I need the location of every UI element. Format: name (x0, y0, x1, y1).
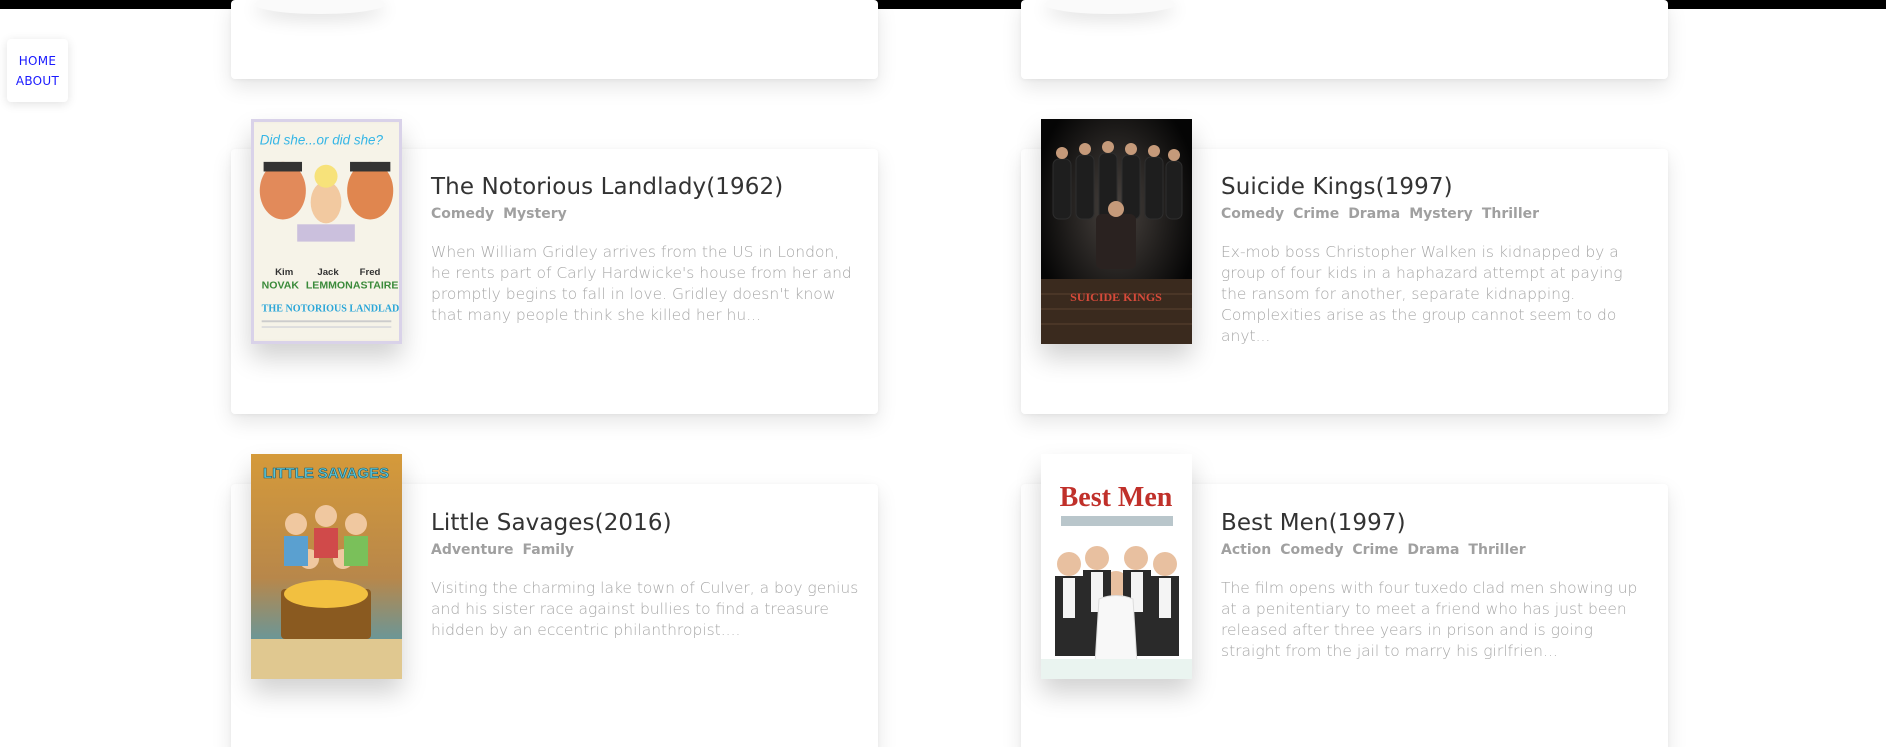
genre-tag: Comedy (1280, 542, 1344, 558)
movie-info: The Notorious Landlady(1962) Comedy Myst… (431, 172, 861, 326)
genre-list: Comedy Crime Drama Mystery Thriller (1221, 206, 1651, 222)
poster-title: Best Men (1060, 482, 1173, 513)
movie-title[interactable]: Best Men(1997) (1221, 508, 1651, 538)
poster-actor-1: Kim (275, 267, 293, 278)
genre-tag: Thriller (1468, 542, 1526, 558)
poster-illustration: SUICIDE KINGS (1041, 119, 1192, 344)
movie-info: Suicide Kings(1997) Comedy Crime Drama M… (1221, 172, 1651, 347)
poster-name-1: NOVAK (262, 280, 300, 292)
genre-tag: Crime (1352, 542, 1399, 558)
poster-name-2: LEMMON (306, 280, 353, 292)
movie-poster[interactable]: LITTLE SAVAGES (251, 454, 402, 679)
movie-title[interactable]: The Notorious Landlady(1962) (431, 172, 861, 202)
poster-tagline: Did she...or did she? (260, 133, 384, 148)
genre-tag: Mystery (503, 206, 567, 222)
genre-tag: Adventure (431, 542, 514, 558)
nav-about-link[interactable]: ABOUT (16, 74, 59, 88)
poster-illustration: Best Men (1041, 454, 1192, 679)
movie-info: Little Savages(2016) Adventure Family Vi… (431, 508, 861, 641)
movie-summary: The film opens with four tuxedo clad men… (1221, 579, 1638, 660)
genre-tag: Thriller (1481, 206, 1540, 222)
movie-info: Best Men(1997) Action Comedy Crime Drama… (1221, 508, 1651, 662)
genre-list: Action Comedy Crime Drama Thriller (1221, 542, 1651, 558)
genre-tag: Crime (1293, 206, 1340, 222)
poster-illustration: Did she...or did she? Kim Jack Fred NOVA… (254, 123, 399, 340)
movie-poster[interactable]: Best Men (1041, 454, 1192, 679)
genre-tag: Mystery (1409, 206, 1473, 222)
poster-actor-2: Jack (317, 267, 339, 278)
poster-name-3: ASTAIRE (353, 280, 399, 292)
poster-title: SUICIDE KINGS (1070, 290, 1162, 304)
poster-title: LITTLE SAVAGES (263, 465, 389, 482)
genre-list: Adventure Family (431, 542, 861, 558)
movie-summary: Ex-mob boss Christopher Walken is kidnap… (1221, 243, 1623, 345)
movie-title[interactable]: Suicide Kings(1997) (1221, 172, 1651, 202)
genre-tag: Comedy (1221, 206, 1285, 222)
genre-list: Comedy Mystery (431, 206, 861, 222)
genre-tag: Comedy (431, 206, 495, 222)
movie-summary: When William Gridley arrives from the US… (431, 243, 852, 324)
genre-tag: Drama (1348, 206, 1401, 222)
genre-tag: Drama (1407, 542, 1460, 558)
poster-actor-3: Fred (360, 267, 381, 278)
poster-title: THE NOTORIOUS LANDLADY (262, 304, 399, 315)
movie-summary: Visiting the charming lake town of Culve… (431, 579, 859, 639)
nav-home-link[interactable]: HOME (19, 54, 57, 68)
movie-poster[interactable]: Did she...or did she? Kim Jack Fred NOVA… (251, 119, 402, 344)
genre-tag: Action (1221, 542, 1272, 558)
genre-tag: Family (522, 542, 575, 558)
poster-illustration: LITTLE SAVAGES (251, 454, 402, 679)
movie-title[interactable]: Little Savages(2016) (431, 508, 861, 538)
side-nav: HOME ABOUT (7, 39, 68, 102)
movie-poster[interactable]: SUICIDE KINGS (1041, 119, 1192, 344)
